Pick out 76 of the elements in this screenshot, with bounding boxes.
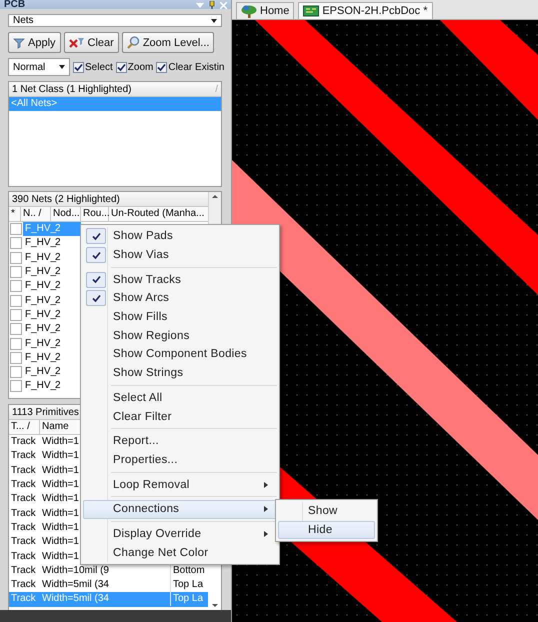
menu-item[interactable]: Show Vias [83,246,277,264]
panel-title: PCB [4,0,26,9]
net-row[interactable]: F_HV_2 [23,308,81,322]
checkbox[interactable] [10,223,22,236]
list-header: 1113 Primitives [12,406,79,418]
submenu-arrow-icon [264,530,268,537]
menu-item[interactable]: Show Arcs [83,289,277,308]
checkbox[interactable] [10,338,22,350]
close-icon[interactable] [220,2,227,9]
menu-item[interactable]: Show Tracks [83,270,277,290]
checkbox[interactable] [10,266,22,278]
mask-mode-dropdown[interactable]: Normal [8,58,70,76]
document-tab[interactable]: EPSON-2H.PcbDoc * [298,2,432,19]
menu-item[interactable]: Connections [83,500,277,519]
column-header[interactable]: * [9,207,21,221]
net-row[interactable]: F_HV_2 [23,350,81,365]
object-dropdown[interactable]: Nets [8,14,222,27]
menu-item[interactable]: Select All [83,388,277,408]
checkbox[interactable] [10,352,22,364]
menu-item[interactable]: Show Component Bodies [83,345,277,364]
filter-icon [13,36,25,48]
checkbox[interactable] [10,280,22,292]
list-header: 1 Net Class (1 Highlighted) [12,84,132,94]
caret-icon [211,18,217,22]
menu-item[interactable]: Properties... [83,450,277,470]
column-header[interactable]: T... / [9,420,40,434]
checkbox[interactable] [10,294,22,307]
net-row[interactable]: F_HV_2 [23,294,81,308]
list-header: 390 Nets (2 Highlighted) [12,194,120,204]
column-header[interactable]: N.. / [21,207,51,221]
checkbox[interactable] [10,237,22,250]
net-row[interactable]: F_HV_2 [23,265,81,280]
column-header[interactable]: Nod... [51,207,81,221]
menu-item[interactable]: Show Regions [83,326,277,346]
menu-item[interactable]: Show Pads [83,227,277,246]
submenu-arrow-icon [264,482,268,488]
clear-icon [68,36,85,48]
checkbox-label[interactable]: Clear Existin [168,62,224,72]
net-row[interactable]: F_HV_2 [23,379,81,394]
document-tab[interactable]: Home [236,2,294,19]
net-row[interactable]: F_HV_2 [23,279,81,294]
board-icon [303,5,320,17]
checkbox-label[interactable]: Select [85,62,113,72]
checkbox[interactable] [73,62,84,72]
checkbox[interactable] [10,323,22,336]
net-row[interactable]: F_HV_2 [23,322,81,336]
menu-item[interactable]: Report... [83,432,277,451]
pin-icon[interactable] [208,1,216,9]
checkbox[interactable] [10,366,22,378]
tree-icon [241,4,257,18]
checkbox[interactable] [10,308,22,321]
submenu-arrow-icon [264,506,268,512]
checkbox-label[interactable]: Zoom [128,62,154,72]
menu-item[interactable]: Show Fills [83,308,277,326]
net-row[interactable]: F_HV_2 [23,336,81,351]
net-row[interactable]: F_HV_2 [23,250,81,265]
clear-button[interactable]: Clear [64,32,119,53]
zoom-level-button[interactable]: Zoom Level... [122,32,214,53]
menu-item[interactable]: Show [278,502,375,521]
checkbox[interactable] [116,62,127,72]
menu-item[interactable]: Show Strings [83,364,277,382]
net-row[interactable]: F_HV_2 [23,365,81,380]
menu-item[interactable]: Hide [278,520,375,540]
sort-mark: / [215,84,218,94]
menu-item[interactable]: Change Net Color [83,543,277,562]
caret-icon [59,65,65,69]
zoom-icon [126,36,140,49]
net-row[interactable]: F_HV_2 [23,236,81,250]
apply-button[interactable]: Apply [8,32,61,53]
menu-item[interactable]: Loop Removal [83,475,277,494]
checkbox[interactable] [10,380,22,392]
dropdown-icon[interactable] [196,3,204,9]
column-header[interactable]: Rou... [81,207,109,221]
checkbox[interactable] [10,252,22,264]
menu-item[interactable]: Display Override [83,524,277,544]
checkbox[interactable] [156,62,168,72]
